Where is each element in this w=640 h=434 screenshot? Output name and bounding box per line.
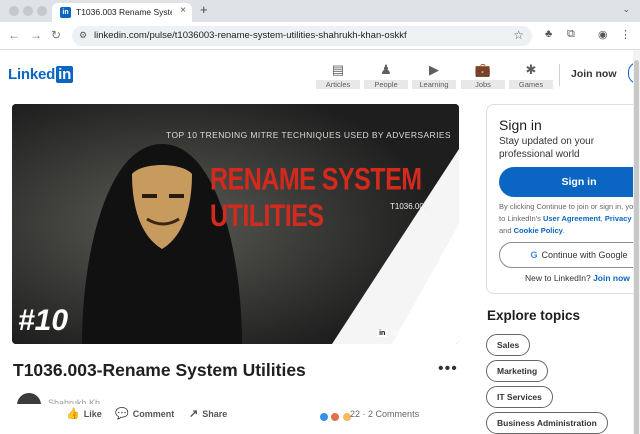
nav-label: Jobs [461,80,505,89]
browser-tab-bar: in T1036.003 Rename System U × + ⌄ [0,0,640,22]
cover-brand: in SHAHRUKH KHAN [377,330,451,337]
sign-in-title: Sign in [499,117,542,133]
cookie-policy-link[interactable]: Cookie Policy [514,226,563,235]
topic-pill-sales[interactable]: Sales [486,334,531,356]
cover-top-text: TOP 10 TRENDING MITRE TECHNIQUES USED BY… [166,130,451,140]
article-cover-image: TOP 10 TRENDING MITRE TECHNIQUES USED BY… [12,104,459,344]
profile-icon[interactable]: ◉ [598,28,608,41]
sign-in-subtitle: Stay updated on your professional world [499,136,595,160]
logo-text: Linked [8,66,56,83]
article-title: T1036.003-Rename System Utilities [13,360,306,380]
window-zoom-button[interactable] [37,6,47,16]
sign-in-button[interactable]: Sign in [499,167,640,197]
back-arrow-icon[interactable]: ← [8,28,20,42]
topic-pill-it-services[interactable]: IT Services [486,386,553,408]
nav-jobs[interactable]: 💼 Jobs [461,62,505,89]
nav-label: Learning [412,80,456,89]
window-minimize-button[interactable] [23,6,33,16]
header-divider [559,64,560,86]
reaction-icons[interactable] [319,408,352,422]
url-text[interactable]: linkedin.com/pulse/t1036003-rename-syste… [94,30,407,41]
topic-pill-marketing[interactable]: Marketing [486,360,549,382]
google-sign-in-button[interactable]: G Continue with Google [499,242,640,268]
share-label: Share [202,409,228,419]
like-reaction-icon [319,411,329,422]
comments-count: 2 Comments [368,409,420,419]
articles-icon: ▤ [331,62,345,77]
more-options-icon[interactable]: ••• [438,360,458,378]
tab-title: T1036.003 Rename System U [76,7,172,17]
topic-pill-business-administration[interactable]: Business Administration [486,412,608,434]
card-join-now-link[interactable]: Join now [593,273,630,283]
new-tab-button[interactable]: + [200,2,208,17]
legal-end: . [562,226,565,235]
tab-close-icon[interactable]: × [180,5,186,16]
people-icon: ♟ [380,62,392,77]
like-button[interactable]: 👍 Like [66,407,102,420]
learning-icon: ▶ [429,62,439,77]
linkedin-header: Linked in ▤ Articles ♟ People ▶ Learning … [0,50,640,98]
bookmark-star-icon[interactable]: ☆ [513,28,524,42]
reaction-summary[interactable]: 22 · 2 Comments [350,409,419,419]
window-close-button[interactable] [9,6,19,16]
join-now-link[interactable]: Join now [571,68,617,80]
cover-brand-name: SHAHRUKH KHAN [390,330,451,337]
jobs-icon: 💼 [474,62,492,77]
reaction-count: 22 [350,409,361,419]
nav-articles[interactable]: ▤ Articles [316,62,360,89]
nav-learning[interactable]: ▶ Learning [412,62,456,89]
nav-label: Games [509,80,553,89]
legal-text: By clicking Continue to join or sign in,… [499,201,640,237]
comment-label: Comment [132,409,175,419]
cover-technique-id: T1036.003 [390,202,429,211]
sign-in-card: Sign in Stay updated on your professiona… [486,104,640,294]
like-label: Like [83,409,102,419]
separator: · [362,409,366,419]
address-bar[interactable]: ⚙ linkedin.com/pulse/t1036003-rename-sys… [72,26,532,46]
explore-topics-title: Explore topics [487,308,581,323]
like-thumb-icon: 👍 [66,408,80,420]
nav-label: People [364,80,408,89]
forward-arrow-icon[interactable]: → [30,28,42,42]
new-prompt: New to LinkedIn? [525,273,591,283]
new-to-linkedin: New to LinkedIn? Join now [525,273,630,283]
page-scrollbar-thumb[interactable] [634,60,639,434]
browser-menu-icon[interactable]: ⋮ [620,28,631,41]
share-arrow-icon: ↗ [189,408,199,420]
nav-label: Articles [316,80,360,89]
logo-in-box: in [56,66,74,83]
comment-button[interactable]: 💬 Comment [115,407,174,420]
reload-icon[interactable]: ↻ [51,28,61,42]
share-button[interactable]: ↗ Share [189,407,227,420]
tab-search-icon[interactable]: ⌄ [622,4,630,15]
google-button-label: Continue with Google [541,250,628,260]
comment-bubble-icon: 💬 [115,408,129,420]
extension-icon[interactable]: ♣ [545,28,552,40]
browser-toolbar: ← → ↻ ⚙ linkedin.com/pulse/t1036003-rena… [0,22,640,50]
linkedin-logo[interactable]: Linked in [8,66,74,83]
cover-linkedin-icon: in [377,330,388,337]
games-icon: ✱ [525,62,537,77]
user-agreement-link[interactable]: User Agreement [543,214,601,223]
nav-people[interactable]: ♟ People [364,62,408,89]
nav-games[interactable]: ✱ Games [509,62,553,89]
social-action-bar: 👍 Like 💬 Comment ↗ Share 22 · 2 Comments [0,404,470,426]
browser-tab[interactable]: in T1036.003 Rename System U × [52,3,192,22]
google-icon: G [530,250,538,260]
love-reaction-icon [330,411,341,422]
linkedin-favicon-icon: in [60,7,71,18]
extensions-puzzle-icon[interactable]: ⧉ [567,28,575,41]
cover-number: #10 [18,304,69,337]
cover-headline: RENAME SYSTEM UTILITIES [210,162,422,234]
site-info-icon[interactable]: ⚙ [79,30,90,41]
